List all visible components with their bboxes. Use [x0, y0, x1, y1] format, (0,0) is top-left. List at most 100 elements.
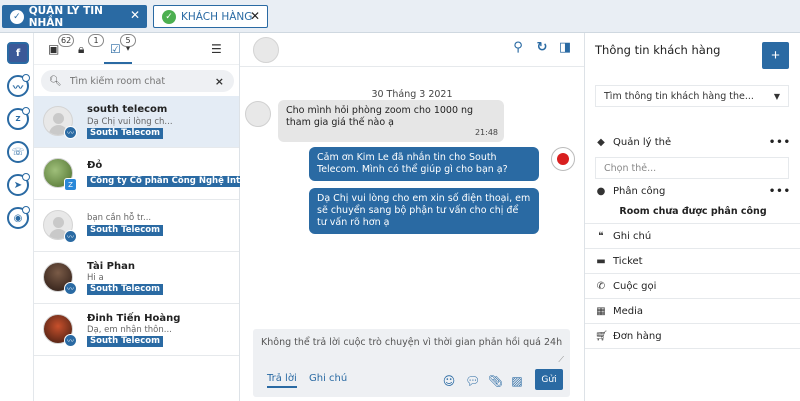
messenger-icon[interactable]: 〰	[7, 74, 30, 97]
inbox-count-badge: 62	[58, 34, 75, 47]
conversation-item[interactable]: 〰 Đinh Tiến Hoàng Dạ, em nhận thôn... So…	[34, 304, 239, 356]
notification-dot	[22, 74, 30, 82]
list-toolbar: ▣ 62 🔒︎ 1 ☑ 5 ▾ ☰	[34, 33, 239, 65]
refresh-icon[interactable]: ↻	[535, 41, 549, 55]
message-time: 21:48	[474, 128, 498, 137]
lock-icon[interactable]: 🔒︎ 1	[78, 34, 104, 56]
divider	[585, 298, 800, 299]
conversation-tag: South Telecom	[87, 284, 163, 295]
conversation-item[interactable]: 〰 bạn cần hỗ tr... South Telecom	[34, 200, 239, 252]
facebook-icon[interactable]: f	[7, 42, 29, 64]
conversation-list: ▣62 🔒︎1 ☑5 ▾ ☰ 🔍︎ × 〰 south telecom Dạ C…	[34, 33, 261, 401]
divider	[585, 273, 800, 274]
divider	[585, 323, 800, 324]
more-icon[interactable]: •••	[769, 186, 791, 197]
messenger-icon: 〰	[64, 334, 77, 347]
select-placeholder: Tìm thông tin khách hàng the...	[604, 91, 754, 102]
panel-title: Thông tin khách hàng	[595, 43, 721, 57]
conversation-item[interactable]: 〰 Tài Phan Hi a South Telecom	[34, 252, 239, 304]
telegram-icon[interactable]: ➤	[7, 173, 30, 196]
tab-message-management[interactable]: ✓ QUẢN LÝ TIN NHẮN ✕	[2, 5, 147, 29]
conversation-name: Đinh Tiến Hoàng	[87, 313, 181, 324]
tab-note[interactable]: Ghi chú	[309, 373, 347, 384]
divider	[585, 348, 800, 349]
messenger-icon: 〰	[64, 126, 77, 139]
messenger-icon: 〰	[64, 282, 77, 295]
message-date: 30 Tháng 3 2021	[371, 89, 453, 100]
quick-reply-icon[interactable]: 💬︎	[465, 374, 480, 388]
add-customer-button[interactable]: +	[762, 42, 789, 69]
avatar	[245, 101, 271, 127]
notification-dot	[22, 173, 30, 181]
notification-dot	[22, 206, 30, 214]
section-label: Phân công	[613, 186, 666, 197]
section-label: Đơn hàng	[613, 331, 662, 342]
image-icon[interactable]: ▨	[510, 374, 524, 388]
checked-icon[interactable]: ☑ 5	[110, 34, 136, 56]
zalo-icon[interactable]: Z	[7, 107, 30, 130]
cart-icon: 🛒︎	[595, 331, 608, 342]
conversation-tag: South Telecom	[87, 225, 163, 236]
divider	[585, 248, 800, 249]
check-icon: ✓	[162, 9, 176, 24]
avatar	[253, 37, 279, 63]
conversation-name: Tài Phan	[87, 261, 135, 272]
section-label: Cuộc gọi	[613, 281, 657, 292]
room-search: 🔍︎ ×	[41, 70, 234, 92]
close-icon[interactable]: ✕	[250, 9, 260, 23]
conversation-item[interactable]: 〰 south telecom Dạ Chị vui lòng ch... So…	[34, 96, 239, 148]
conversation-name: south telecom	[87, 104, 168, 115]
conversation-preview: bạn cần hỗ tr...	[87, 213, 152, 223]
quote-icon: ❝	[598, 231, 604, 242]
section-label: Ticket	[613, 256, 643, 267]
zalo-icon: Z	[64, 178, 77, 191]
notification-dot	[22, 107, 30, 115]
tab-customers[interactable]: ✓ KHÁCH HÀNG ✕	[153, 5, 268, 28]
customer-search-select[interactable]: Tìm thông tin khách hàng the... ▼	[595, 85, 789, 107]
attachment-icon[interactable]: 📎︎	[488, 374, 503, 388]
chevron-down-icon[interactable]: ▾	[126, 44, 140, 57]
messenger-icon: 〰	[64, 230, 77, 243]
conversation-name: Đỏ	[87, 160, 103, 171]
search-icon[interactable]: ⚲	[511, 41, 525, 55]
tab-reply[interactable]: Trả lời	[267, 373, 297, 388]
chat-panel: ⚲ ↻ ◨ 30 Tháng 3 2021 Cho mình hỏi phòng…	[240, 33, 584, 401]
incoming-message: Cho mình hỏi phòng zoom cho 1000 ng tham…	[278, 100, 504, 142]
filter-sliders-icon[interactable]: ☰	[211, 42, 225, 56]
section-label: Ghi chú	[613, 231, 652, 242]
inbox-icon[interactable]: ▣ 62	[48, 34, 75, 56]
sidebar-toggle-icon[interactable]: ◨	[558, 41, 572, 55]
section-label: Media	[613, 306, 644, 317]
tab-label: KHÁCH HÀNG	[181, 10, 253, 23]
channel-rail: f 〰 Z ☏ ➤ ◉	[0, 33, 34, 401]
emoji-icon[interactable]: ☺	[442, 374, 456, 388]
composer-placeholder: Không thể trả lời cuộc trò chuyện vì thờ…	[261, 337, 563, 348]
conversation-tag: South Telecom	[87, 128, 163, 139]
search-icon: 🔍︎	[49, 75, 62, 87]
active-filter-underline	[104, 62, 132, 64]
customer-info-panel: Thông tin khách hàng + Tìm thông tin khá…	[584, 33, 800, 401]
outgoing-message: Dạ Chị vui lòng cho em xin số điện thoại…	[309, 188, 539, 234]
more-icon[interactable]: •••	[769, 137, 791, 148]
outgoing-message: Cảm ơn Kim Le đã nhắn tin cho South Tele…	[309, 147, 539, 181]
caret-down-icon: ▼	[773, 92, 780, 101]
tag-select-input[interactable]: Chọn thẻ...	[595, 157, 789, 179]
ticket-icon: ▬	[596, 256, 606, 267]
webchat-icon[interactable]: ◉	[7, 206, 30, 229]
conversation-preview: Hi a	[87, 273, 104, 283]
clear-search-icon[interactable]: ×	[215, 75, 224, 88]
viber-icon[interactable]: ☏	[7, 141, 29, 163]
close-icon[interactable]: ✕	[130, 8, 140, 22]
section-label: Quản lý thẻ	[613, 137, 672, 148]
phone-icon: ✆	[596, 281, 606, 292]
conversation-tag: Công ty Cổ phần Công Nghệ Intelin	[87, 176, 261, 187]
conversation-preview: Dạ, em nhận thôn...	[87, 325, 172, 335]
message-composer: Không thể trả lời cuộc trò chuyện vì thờ…	[253, 329, 570, 397]
film-icon: ▦	[596, 306, 606, 317]
send-button[interactable]: Gửi	[535, 369, 563, 390]
conversation-item[interactable]: Z Đỏ Công ty Cổ phần Công Nghệ Intelin	[34, 148, 261, 200]
room-search-input[interactable]	[69, 75, 210, 87]
resize-handle-icon[interactable]: ⟋	[558, 355, 564, 365]
locked-count-badge: 1	[88, 34, 104, 47]
chat-header: ⚲ ↻ ◨	[240, 33, 584, 67]
